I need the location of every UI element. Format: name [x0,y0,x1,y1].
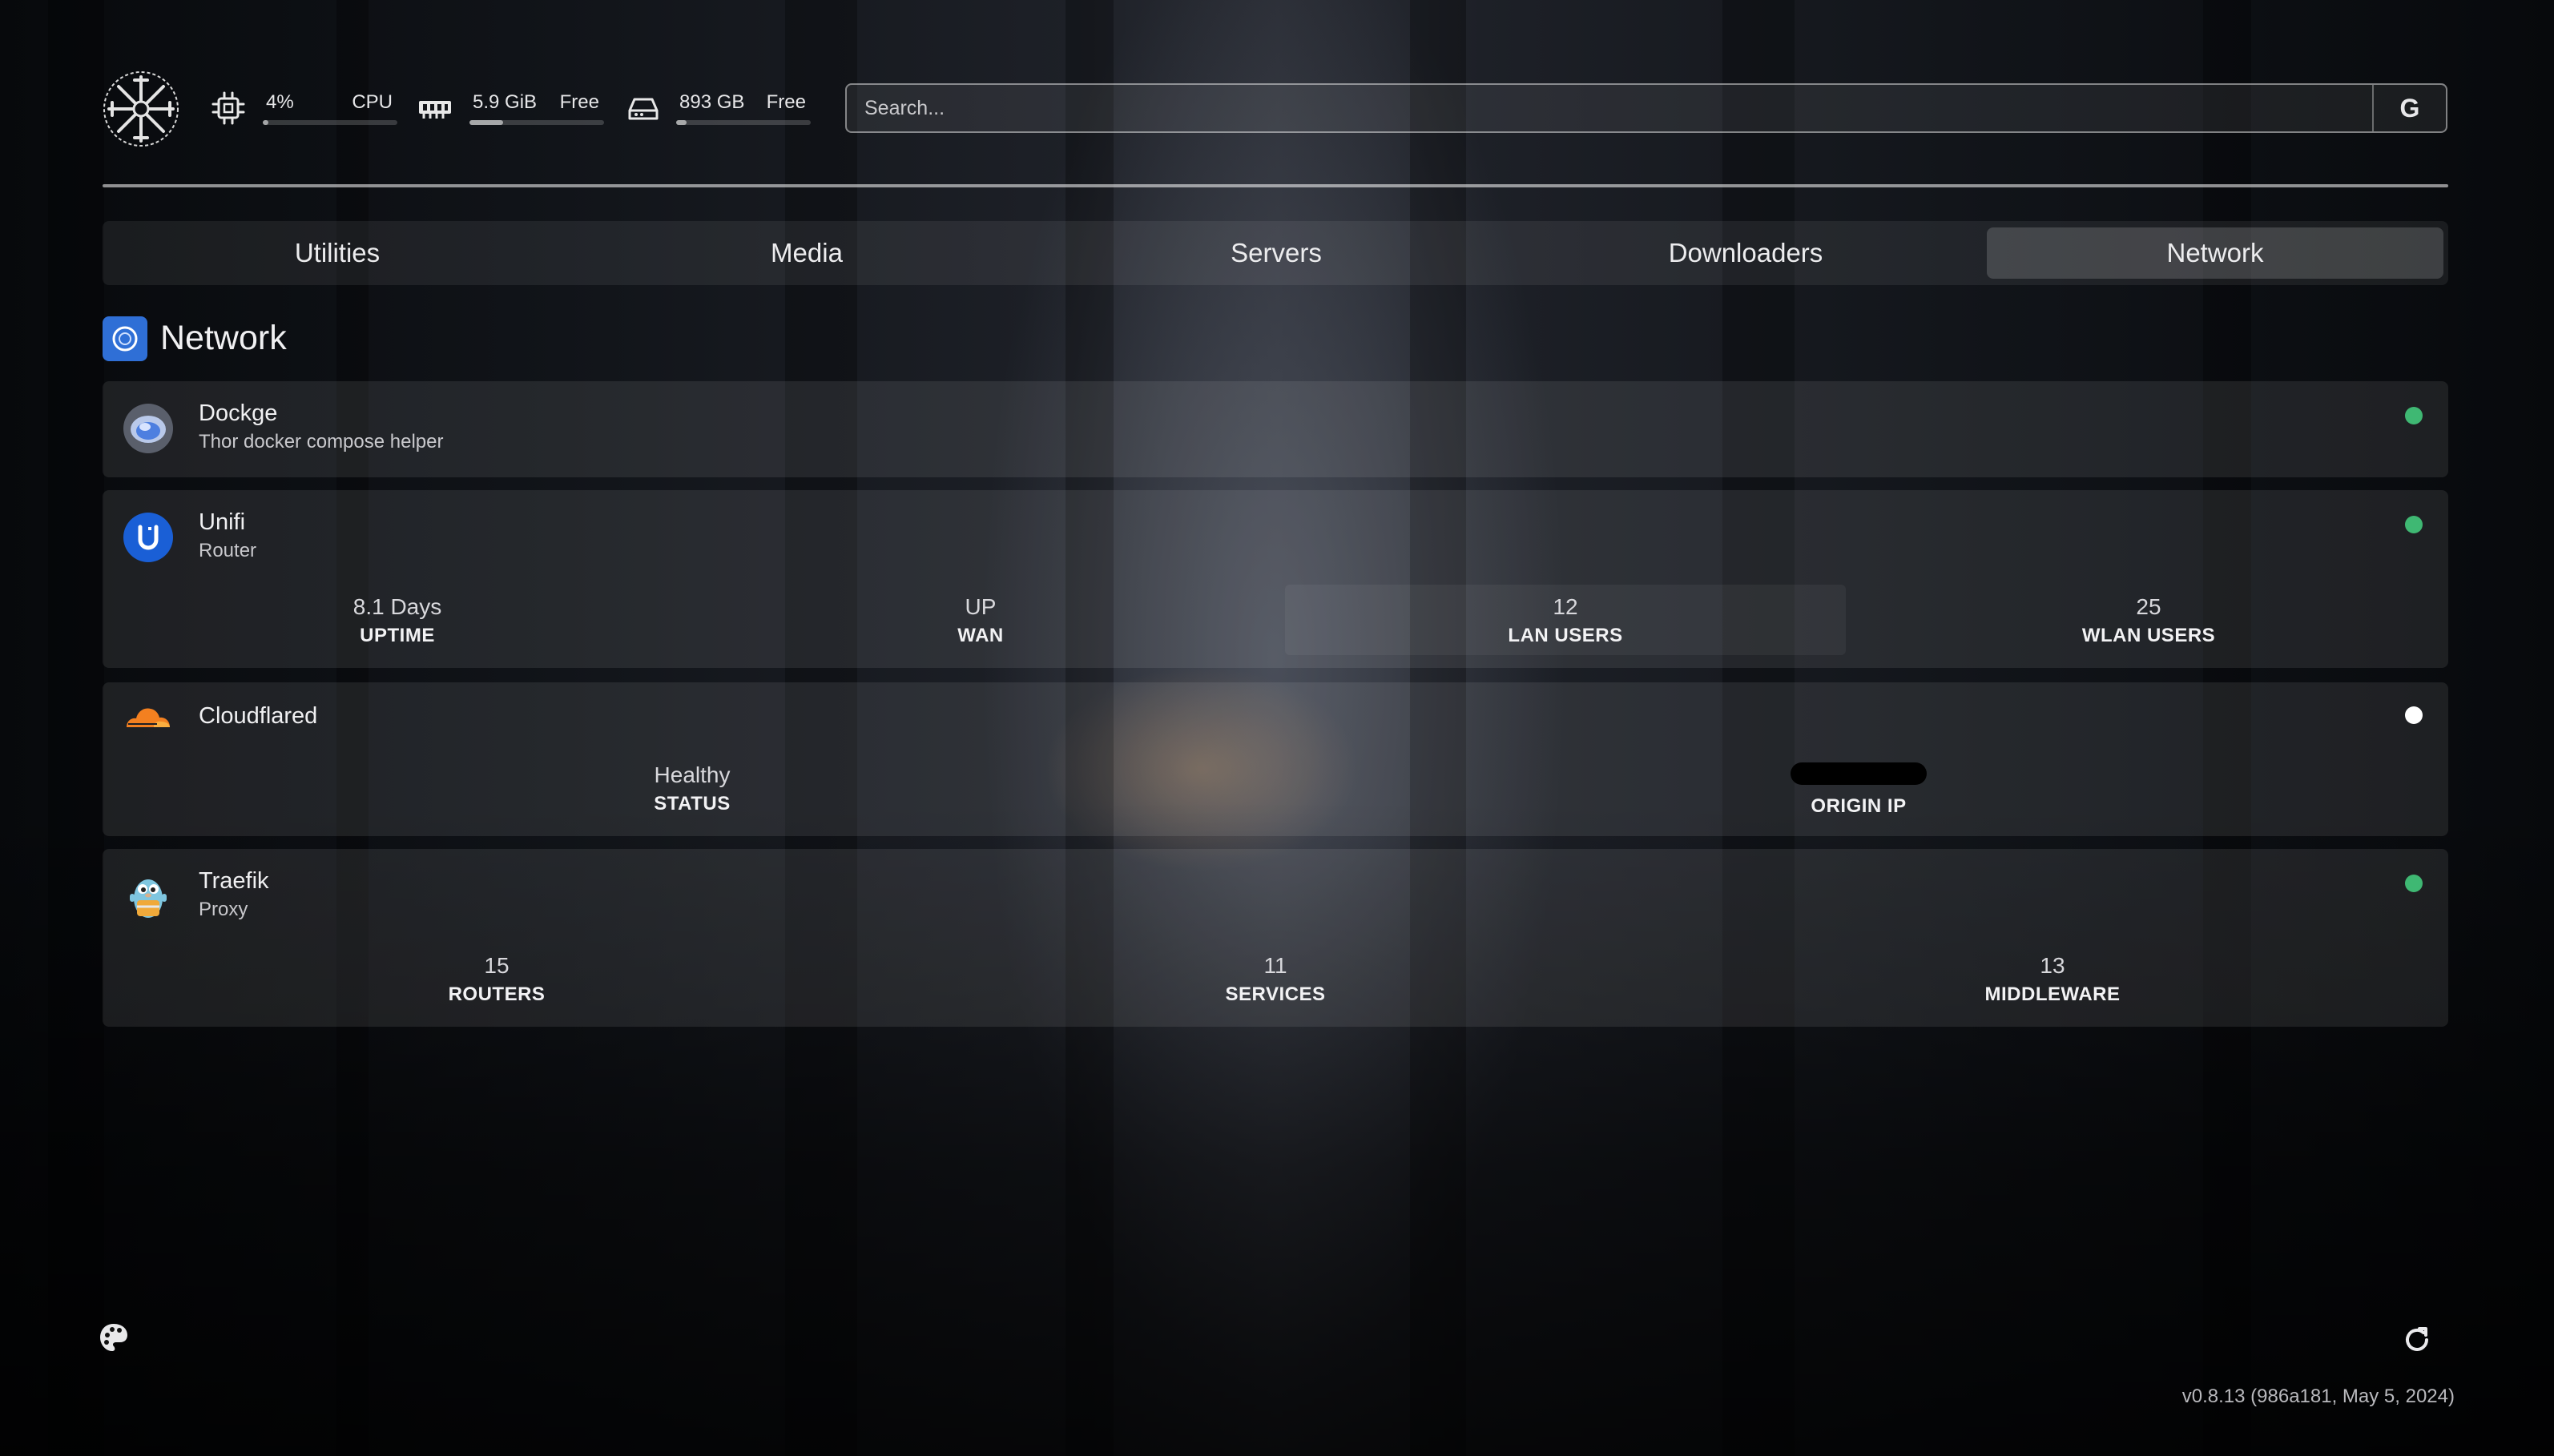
service-name: Unifi [199,509,246,535]
memory-label: Free [559,91,599,113]
disk-icon [625,90,662,127]
service-description: Router [199,540,257,561]
memory-free-value: 5.9 GiB [473,91,538,113]
stat-label: STATUS [654,793,731,814]
vegvisir-logo [103,70,179,147]
status-dot [2405,706,2423,724]
cpu-usage-bar [263,120,397,125]
stat-wlan-users: 25 WLAN USERS [1868,594,2429,647]
cloudflare-icon [122,692,175,745]
search-box: G [845,83,2447,133]
stat-label: LAN USERS [1508,625,1623,646]
status-dot [2405,875,2423,892]
search-provider-button[interactable]: G [2372,85,2446,131]
stat-value: UP [965,594,997,619]
stat-wan: UP WAN [700,594,1261,647]
status-dot [2405,516,2423,533]
stat-status: Healthy STATUS [412,762,973,815]
service-card-cloudflared[interactable]: Cloudflared Healthy STATUS ORIGIN IP [103,682,2448,836]
service-description: Proxy [199,899,248,920]
tab-bar: Utilities Media Servers Downloaders Netw… [103,221,2448,285]
tab-utilities[interactable]: Utilities [109,227,566,279]
stat-value: 12 [1553,594,1578,619]
tab-media[interactable]: Media [578,227,1035,279]
stat-middleware: 13 MIDDLEWARE [1772,953,2333,1006]
service-card-traefik[interactable]: Traefik Proxy 15 ROUTERS 11 SERVICES 13 … [103,849,2448,1027]
memory-usage-bar [469,120,604,125]
stat-value: 25 [2136,594,2161,619]
stat-label: SERVICES [1225,983,1326,1005]
header-divider [103,184,2448,187]
tab-downloaders[interactable]: Downloaders [1517,227,1974,279]
version-label: v0.8.13 (986a181, May 5, 2024) [2181,1386,2455,1407]
tab-servers[interactable]: Servers [1048,227,1505,279]
stat-origin-ip: ORIGIN IP [1578,762,2139,818]
memory-icon [417,90,453,127]
stat-label: MIDDLEWARE [1984,983,2121,1005]
group-title: Network [160,319,287,357]
service-card-dockge[interactable]: Dockge Thor docker compose helper [103,381,2448,477]
stat-value: Healthy [654,762,731,787]
service-name: Traefik [199,868,269,894]
disk-label: Free [766,91,806,113]
service-description: Thor docker compose helper [199,431,444,452]
stat-uptime: 8.1 Days UPTIME [117,594,678,647]
stat-value: 13 [2040,953,2065,978]
stat-value: 8.1 Days [352,594,442,619]
stat-label: WAN [957,625,1004,646]
service-card-unifi[interactable]: Unifi Router 8.1 Days UPTIME UP WAN 12 L… [103,490,2448,668]
disk-free-value: 893 GB [679,91,745,113]
stat-value: 11 [1263,953,1287,978]
cpu-usage-value: 4% [266,91,294,113]
disk-usage-bar [676,120,811,125]
redacted-origin-ip [1791,762,1927,785]
status-dot [2405,407,2423,424]
stat-routers: 15 ROUTERS [216,953,777,1006]
search-input[interactable] [847,85,2374,131]
service-name: Cloudflared [199,703,318,729]
network-group-icon [103,316,147,361]
stat-label: ROUTERS [448,983,546,1005]
stat-label: WLAN USERS [2081,625,2216,646]
stat-label: ORIGIN IP [1811,795,1907,817]
tab-network[interactable]: Network [1987,227,2443,279]
stat-lan-users: 12 LAN USERS [1285,594,1846,647]
stat-label: UPTIME [360,625,435,646]
cpu-icon [210,90,247,127]
traefik-gopher-icon [122,870,175,923]
service-name: Dockge [199,400,278,426]
stat-services: 11 SERVICES [995,953,1556,1006]
stat-value: 15 [484,953,510,978]
refresh-icon[interactable] [2400,1323,2434,1357]
unifi-icon [122,511,175,564]
palette-icon[interactable] [98,1321,130,1353]
dockge-icon [122,402,175,455]
cpu-label: CPU [352,91,393,113]
